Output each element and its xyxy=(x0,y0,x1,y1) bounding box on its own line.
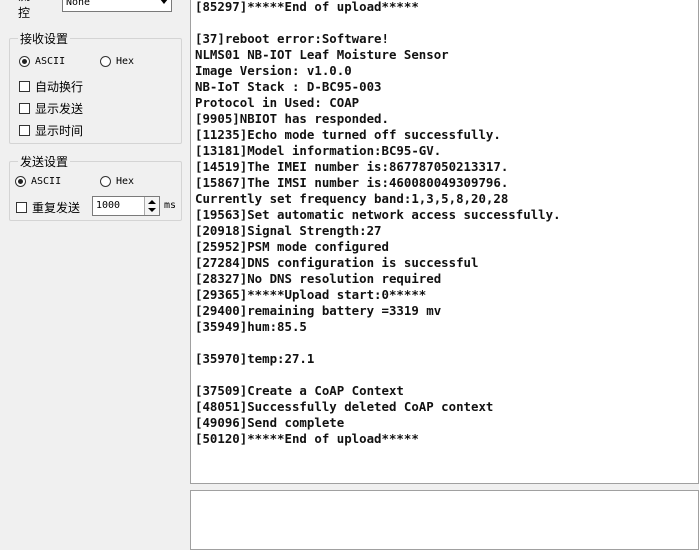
send-settings-title: 发送设置 xyxy=(18,153,71,170)
receive-log-line: [37509]Create a CoAP Context xyxy=(195,383,404,398)
checkbox-icon xyxy=(19,81,30,92)
receive-log-line: Currently set frequency band:1,3,5,8,20,… xyxy=(195,191,509,206)
receive-log-line: [11235]Echo mode turned off successfully… xyxy=(195,127,501,142)
receive-log-line: [50120]*****End of upload***** xyxy=(195,431,419,446)
receive-log-line: Protocol in Used: COAP xyxy=(195,95,360,110)
radio-unchecked-icon xyxy=(100,56,111,67)
flow-control-select[interactable]: None xyxy=(62,0,172,12)
chevron-down-icon xyxy=(160,0,168,4)
show-send-checkbox[interactable]: 显示发送 xyxy=(19,100,83,117)
receive-log-line: [13181]Model information:BC95-GV. xyxy=(195,143,442,158)
receive-log-line: [37]reboot error:Software! xyxy=(195,31,389,46)
stepper-buttons[interactable] xyxy=(144,197,159,215)
chevron-down-icon[interactable] xyxy=(148,208,156,212)
auto-wrap-label: 自动换行 xyxy=(35,80,84,94)
receive-log-line: [29400]remaining battery =3319 mv xyxy=(195,303,442,318)
repeat-interval-value: 1000 xyxy=(96,200,121,211)
receive-log-line: [48051]Successfully deleted CoAP context xyxy=(195,399,494,414)
send-ascii-label: ASCII xyxy=(31,176,62,187)
receive-log-line: NB-IoT Stack : D-BC95-003 xyxy=(195,79,382,94)
receive-log-line: [15867]The IMSI number is:46008004930979… xyxy=(195,175,509,190)
receive-log-line: [35949]hum:85.5 xyxy=(195,319,307,334)
receive-textarea[interactable]: [85297]*****End of upload***** [37]reboo… xyxy=(190,0,699,484)
receive-log-line: NLMS01 NB-IOT Leaf Moisture Sensor xyxy=(195,47,449,62)
send-ascii-radio[interactable]: ASCII xyxy=(15,176,61,187)
repeat-send-checkbox[interactable]: 重复发送 xyxy=(16,199,80,216)
repeat-send-label: 重复发送 xyxy=(32,201,81,215)
send-textarea[interactable] xyxy=(190,490,699,550)
send-hex-label: Hex xyxy=(116,176,135,187)
flow-control-value: None xyxy=(66,0,91,8)
send-hex-radio[interactable]: Hex xyxy=(100,176,134,187)
repeat-interval-stepper[interactable]: 1000 xyxy=(92,196,160,216)
radio-checked-icon xyxy=(15,176,26,187)
receive-hex-label: Hex xyxy=(116,56,135,67)
receive-log-line: [49096]Send complete xyxy=(195,415,345,430)
show-send-label: 显示发送 xyxy=(35,102,84,116)
receive-log-line: [28327]No DNS resolution required xyxy=(195,271,442,286)
receive-log-line: Image Version: v1.0.0 xyxy=(195,63,352,78)
receive-log-line: [9905]NBIOT has responded. xyxy=(195,111,389,126)
receive-settings-group: 接收设置 ASCII Hex 自动换行 显示发送 显示时间 xyxy=(9,30,182,144)
settings-panel: 流 控 None 接收设置 ASCII Hex 自动换行 显示发送 显示时间 发… xyxy=(0,0,188,548)
receive-log-line: [85297]*****End of upload***** xyxy=(195,0,419,14)
interval-unit: ms xyxy=(164,200,177,211)
radio-checked-icon xyxy=(19,56,30,67)
receive-ascii-radio[interactable]: ASCII xyxy=(19,56,65,67)
checkbox-icon xyxy=(19,103,30,114)
flow-control-row: 流 控 xyxy=(18,0,60,20)
show-time-label: 显示时间 xyxy=(35,124,84,138)
receive-log-line: [29365]*****Upload start:0***** xyxy=(195,287,427,302)
receive-hex-radio[interactable]: Hex xyxy=(100,56,134,67)
receive-log-line: [35970]temp:27.1 xyxy=(195,351,315,366)
receive-log-line: [27284]DNS configuration is successful xyxy=(195,255,479,270)
auto-wrap-checkbox[interactable]: 自动换行 xyxy=(19,78,83,95)
show-time-checkbox[interactable]: 显示时间 xyxy=(19,122,83,139)
receive-settings-title: 接收设置 xyxy=(18,30,71,47)
checkbox-icon xyxy=(19,125,30,136)
receive-log-line: [25952]PSM mode configured xyxy=(195,239,389,254)
flow-control-label: 流 控 xyxy=(18,0,37,20)
send-settings-group: 发送设置 ASCII Hex 重复发送 1000 ms xyxy=(9,153,182,221)
chevron-up-icon[interactable] xyxy=(148,200,156,204)
receive-log-line: [20918]Signal Strength:27 xyxy=(195,223,382,238)
receive-log-text: [85297]*****End of upload***** [37]reboo… xyxy=(191,0,698,447)
receive-log-line: [14519]The IMEI number is:86778705021331… xyxy=(195,159,509,174)
receive-log-line: [19563]Set automatic network access succ… xyxy=(195,207,561,222)
receive-ascii-label: ASCII xyxy=(35,56,66,67)
checkbox-icon xyxy=(16,202,27,213)
radio-unchecked-icon xyxy=(100,176,111,187)
